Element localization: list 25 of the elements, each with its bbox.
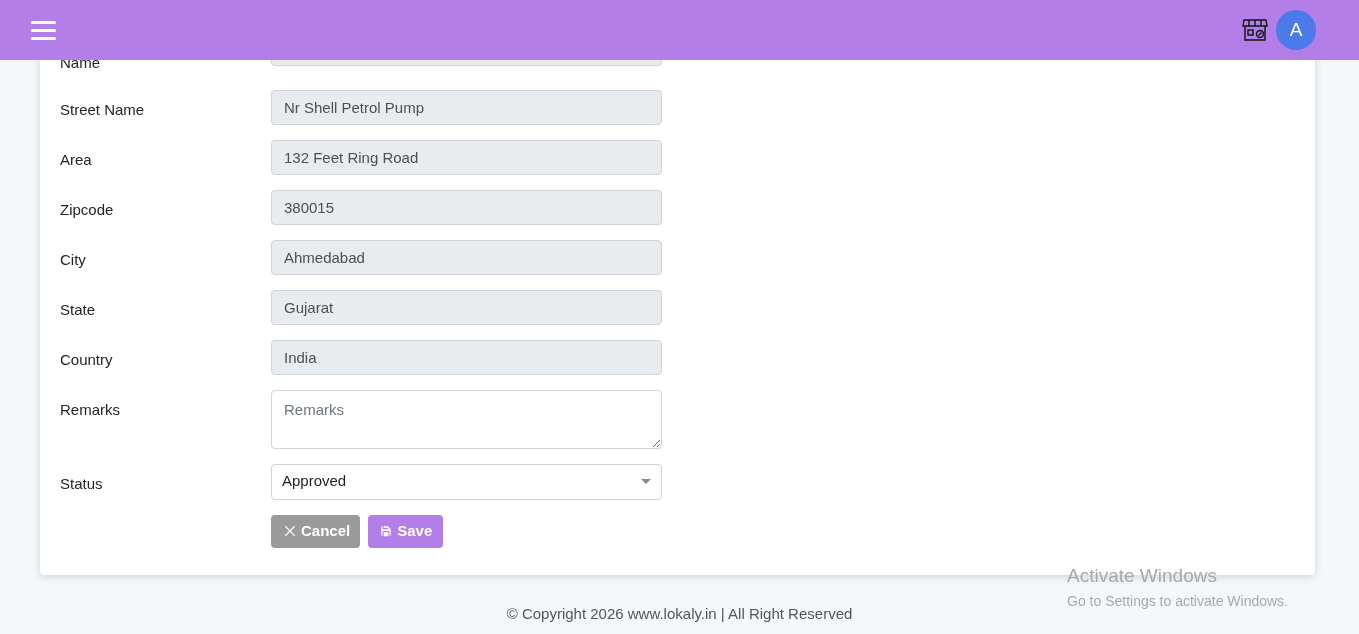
field-label: Status [60, 473, 104, 494]
text-field[interactable]: Gujarat [271, 289, 662, 325]
avatar[interactable]: A [1276, 10, 1316, 50]
field-label: City [60, 249, 87, 270]
menu-icon[interactable] [31, 20, 56, 40]
status-select[interactable]: Approved [271, 463, 662, 500]
text-field[interactable]: 380015 [271, 189, 662, 225]
text-field[interactable]: 132 Feet Ring Road [271, 139, 662, 175]
text-field[interactable] [271, 60, 662, 66]
copyright-text: © Copyright 2026 www.lokaly.in | All Right Reserved [506, 603, 853, 624]
text-field[interactable]: Nr Shell Petrol Pump [271, 89, 662, 125]
store-icon[interactable] [1242, 17, 1268, 43]
remarks-field[interactable]: Remarks [271, 389, 662, 449]
field-label: Country [60, 349, 114, 370]
text-field[interactable]: India [271, 339, 662, 375]
text-field[interactable]: Ahmedabad [271, 239, 662, 275]
field-label: Area [60, 149, 93, 170]
save-icon [379, 524, 394, 538]
field-label: Zipcode [60, 199, 115, 220]
activation-title: Activate Windows [1067, 564, 1218, 588]
activation-hint: Go to Settings to activate Windows. [1067, 591, 1288, 611]
field-label: Street Name [60, 99, 146, 120]
caret-icon [641, 479, 651, 484]
field-label: Remarks [60, 399, 121, 420]
field-label: State [60, 299, 97, 320]
